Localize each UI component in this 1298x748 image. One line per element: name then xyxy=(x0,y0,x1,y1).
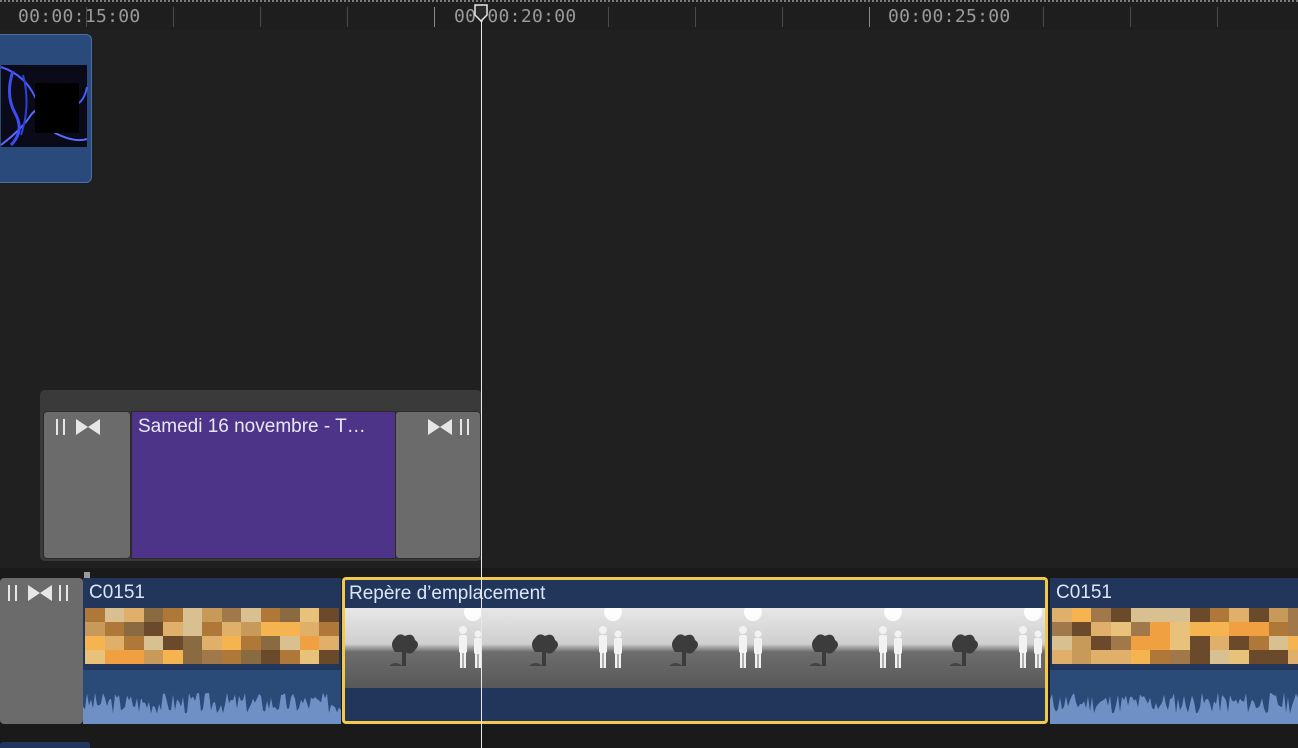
transition-right[interactable] xyxy=(395,411,481,559)
ruler-range-indicator xyxy=(0,0,1298,2)
placeholder-clip-selected[interactable]: Repère d’emplacement xyxy=(342,577,1048,724)
ruler-tick xyxy=(782,7,783,27)
ruler-tick xyxy=(695,7,696,27)
timecode-label: 00:00:20:00 xyxy=(454,6,577,27)
video-clip[interactable]: C0151 xyxy=(1050,578,1298,724)
ruler-tick xyxy=(1043,7,1044,27)
timecode-label: 00:00:15:00 xyxy=(18,6,141,27)
ruler-tick-major xyxy=(869,7,870,27)
ruler-tick xyxy=(1130,7,1131,27)
clip-name: C0151 xyxy=(89,582,145,603)
clip-filmstrip xyxy=(345,608,1045,688)
ruler-tick-major xyxy=(434,7,435,27)
connected-clip[interactable] xyxy=(0,34,92,183)
transition-icon xyxy=(428,419,469,435)
playhead-handle-icon[interactable] xyxy=(474,4,488,22)
ruler-tick xyxy=(1217,7,1218,27)
transition-icon xyxy=(8,585,68,601)
transition-left[interactable] xyxy=(43,411,131,559)
clip-filmstrip xyxy=(1052,608,1298,664)
clip-thumbnail xyxy=(0,65,88,147)
ruler-tick xyxy=(347,7,348,27)
ruler-tick xyxy=(173,7,174,27)
title-clip-label: Samedi 16 novembre - T… xyxy=(138,416,366,437)
timecode-label: 00:00:25:00 xyxy=(888,6,1011,27)
transition-icon xyxy=(56,419,100,435)
ruler-tick xyxy=(260,7,261,27)
clip-filmstrip xyxy=(85,608,339,664)
clip-name: C0151 xyxy=(1056,582,1112,603)
clip-name: Repère d’emplacement xyxy=(349,583,546,604)
lower-clip[interactable] xyxy=(0,742,90,748)
storyline-transition[interactable] xyxy=(0,578,83,724)
playhead[interactable] xyxy=(481,18,482,748)
title-clip[interactable]: Samedi 16 novembre - T… xyxy=(131,411,396,559)
video-clip[interactable]: C0151 xyxy=(83,578,341,724)
timeline-ruler[interactable]: 00:00:15:00 00:00:20:00 00:00:25:00 xyxy=(0,0,1298,30)
audio-waveform xyxy=(83,670,341,724)
ruler-tick xyxy=(608,7,609,27)
audio-waveform xyxy=(1050,670,1298,724)
